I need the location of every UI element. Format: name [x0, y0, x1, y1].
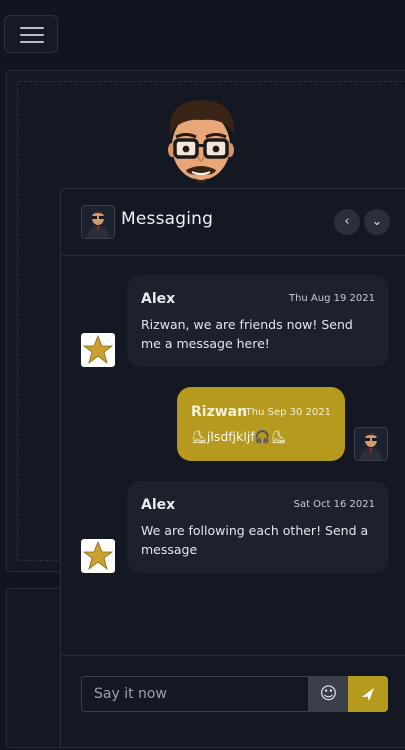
profile-avatar	[168, 100, 235, 183]
message-sender: Alex	[141, 497, 176, 513]
star-avatar	[81, 333, 115, 367]
message-date: Thu Sep 30 2021	[245, 407, 331, 418]
user-avatar	[354, 427, 388, 461]
chevron-down-icon[interactable]: ⌄	[364, 209, 390, 235]
message-composer: ☺	[61, 655, 405, 750]
message-bubble: Alex Sat Oct 16 2021 We are following ea…	[127, 481, 389, 573]
chevron-left-icon[interactable]: ‹	[334, 209, 360, 235]
menu-button[interactable]	[4, 15, 58, 53]
message-bubble: Rizwan Thu Sep 30 2021 ⛸jlsdfjkljf🎧⛸	[177, 387, 345, 461]
message-bubble: Alex Thu Aug 19 2021 Rizwan, we are frie…	[127, 275, 389, 367]
message-date: Thu Aug 19 2021	[288, 293, 375, 304]
message-text: ⛸jlsdfjkljf🎧⛸	[191, 429, 287, 444]
smiley-icon[interactable]: ☺	[309, 676, 348, 712]
menu-bar	[20, 41, 44, 43]
avatar-image	[82, 206, 114, 238]
messaging-header: Messaging ‹ ⌄	[61, 189, 405, 256]
message-text: We are following each other! Send a mess…	[141, 523, 369, 557]
star-icon	[82, 540, 114, 571]
menu-bar	[20, 34, 44, 36]
message-date: Sat Oct 16 2021	[293, 499, 375, 510]
menu-bar	[20, 27, 44, 29]
message-sender: Alex	[141, 291, 176, 307]
send-button[interactable]	[348, 676, 388, 712]
send-icon	[362, 688, 374, 701]
user-avatar	[81, 205, 115, 239]
message-input[interactable]	[81, 676, 309, 712]
messaging-title: Messaging	[121, 209, 214, 229]
message-sender: Rizwan	[191, 404, 248, 420]
star-avatar	[81, 539, 115, 573]
messaging-panel: Messaging ‹ ⌄ Alex Thu Aug 19 2021 Rizwa…	[60, 188, 405, 748]
avatar-image	[355, 428, 387, 460]
star-icon	[82, 334, 114, 365]
message-text: Rizwan, we are friends now! Send me a me…	[141, 317, 353, 351]
